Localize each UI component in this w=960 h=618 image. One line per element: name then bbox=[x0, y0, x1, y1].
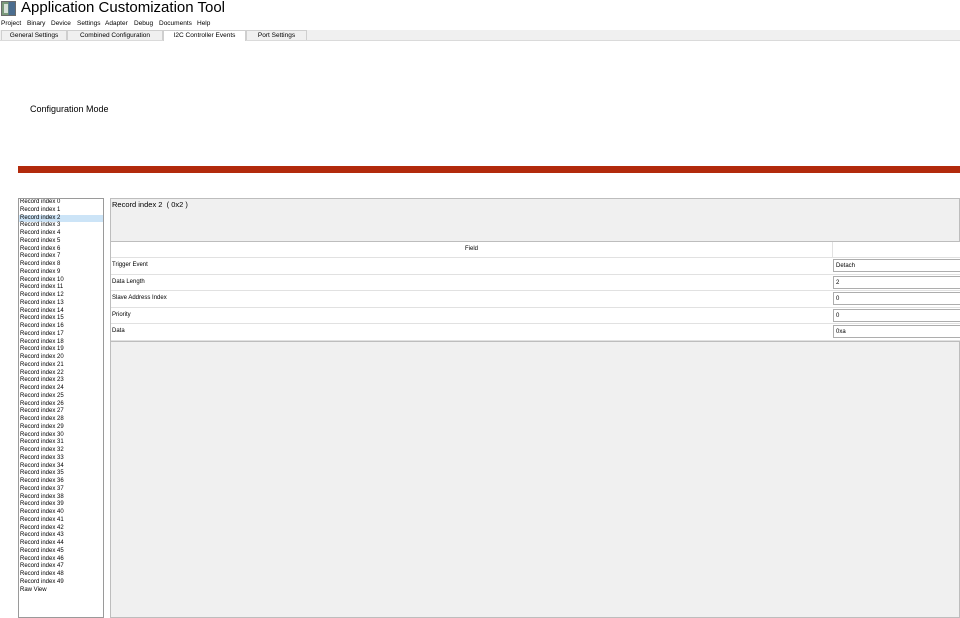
field-name: Data bbox=[112, 328, 125, 334]
record-list-item[interactable]: Record index 48 bbox=[19, 571, 103, 579]
field-name: Slave Address Index bbox=[112, 295, 167, 301]
record-list-item[interactable]: Record index 31 bbox=[19, 439, 103, 447]
field-name: Trigger Event bbox=[112, 262, 148, 268]
field-row-data-length: Data Length 2 bbox=[111, 275, 960, 291]
menu-device[interactable]: Device bbox=[51, 19, 71, 29]
record-list-item[interactable]: Record index 44 bbox=[19, 540, 103, 548]
record-list-item[interactable]: Record index 24 bbox=[19, 385, 103, 393]
data-value[interactable]: 0xa bbox=[833, 325, 960, 338]
record-list-item[interactable]: Record index 22 bbox=[19, 370, 103, 378]
record-list-item[interactable]: Record index 11 bbox=[19, 284, 103, 292]
record-list-item[interactable]: Record index 20 bbox=[19, 354, 103, 362]
fields-table: Field Trigger Event Detach Data Length 2… bbox=[111, 241, 960, 342]
record-list-item[interactable]: Record index 9 bbox=[19, 269, 103, 277]
field-name: Priority bbox=[112, 311, 131, 318]
record-list-item[interactable]: Record index 23 bbox=[19, 377, 103, 385]
record-list-item[interactable]: Record index 4 bbox=[19, 230, 103, 238]
tab-port-settings[interactable]: Port Settings bbox=[246, 30, 307, 40]
record-list-item[interactable]: Record index 34 bbox=[19, 463, 103, 471]
record-list-item[interactable]: Record index 29 bbox=[19, 424, 103, 432]
menu-adapter[interactable]: Adapter bbox=[105, 19, 128, 29]
record-list-item[interactable]: Record index 25 bbox=[19, 393, 103, 401]
tab-general-settings[interactable]: General Settings bbox=[1, 30, 67, 40]
record-list-item[interactable]: Record index 49 bbox=[19, 579, 103, 587]
record-list-item[interactable]: Record index 42 bbox=[19, 525, 103, 533]
record-list-item[interactable]: Record index 5 bbox=[19, 238, 103, 246]
record-list-item[interactable]: Record index 17 bbox=[19, 331, 103, 339]
record-list-item[interactable]: Record index 3 bbox=[19, 222, 103, 230]
slave-address-index-value[interactable]: 0 bbox=[833, 292, 960, 305]
configuration-mode-label: Configuration Mode bbox=[30, 104, 109, 114]
trigger-event-value[interactable]: Detach bbox=[833, 259, 960, 272]
record-list-item[interactable]: Record index 43 bbox=[19, 532, 103, 540]
record-list-item[interactable]: Record index 13 bbox=[19, 300, 103, 308]
record-list-item[interactable]: Record index 10 bbox=[19, 277, 103, 285]
record-list-item[interactable]: Record index 6 bbox=[19, 246, 103, 254]
record-heading: Record index 2 ( 0x2 ) bbox=[112, 200, 188, 209]
record-list-item[interactable]: Record index 18 bbox=[19, 339, 103, 347]
field-column-header: Field bbox=[111, 242, 833, 257]
menu-bar: Project Binary Device Settings Adapter D… bbox=[0, 19, 960, 29]
record-list-item[interactable]: Record index 35 bbox=[19, 470, 103, 478]
menu-binary[interactable]: Binary bbox=[27, 19, 45, 29]
menu-project[interactable]: Project bbox=[1, 19, 21, 29]
field-row-data: Data 0xa bbox=[111, 324, 960, 341]
record-list-item[interactable]: Record index 15 bbox=[19, 315, 103, 323]
record-list-item[interactable]: Raw View bbox=[19, 587, 103, 595]
field-row-slave-address-index: Slave Address Index 0 bbox=[111, 291, 960, 308]
record-list-item[interactable]: Record index 37 bbox=[19, 486, 103, 494]
window-title: Application Customization Tool bbox=[21, 0, 226, 16]
record-list-item[interactable]: Record index 38 bbox=[19, 494, 103, 502]
record-list-item[interactable]: Record index 8 bbox=[19, 261, 103, 269]
title-bar: Application Customization Tool bbox=[0, 0, 960, 18]
record-list-item[interactable]: Record index 1 bbox=[19, 207, 103, 215]
record-list-item[interactable]: Record index 16 bbox=[19, 323, 103, 331]
tab-bar: General Settings Combined Configuration … bbox=[0, 30, 960, 41]
data-length-value[interactable]: 2 bbox=[833, 275, 960, 289]
table-header-row: Field bbox=[111, 242, 960, 258]
record-list-item[interactable]: Record index 2 bbox=[19, 214, 103, 223]
record-list-item[interactable]: Record index 45 bbox=[19, 548, 103, 556]
record-list-item[interactable]: Record index 19 bbox=[19, 346, 103, 354]
record-list-item[interactable]: Record index 40 bbox=[19, 509, 103, 517]
field-name: Data Length bbox=[112, 278, 145, 285]
record-list-item[interactable]: Record index 21 bbox=[19, 362, 103, 370]
record-list-item[interactable]: Record index 33 bbox=[19, 455, 103, 463]
record-list-item[interactable]: Record index 7 bbox=[19, 253, 103, 261]
record-list-item[interactable]: Record index 41 bbox=[19, 517, 103, 525]
record-list[interactable]: Record index 0 Record index 1 Record index… bbox=[18, 198, 104, 618]
record-detail-panel: Record index 2 ( 0x2 ) Field Trigger Eve… bbox=[110, 198, 960, 618]
mode-indicator-bar bbox=[18, 166, 960, 173]
menu-help[interactable]: Help bbox=[197, 19, 210, 29]
field-row-priority: Priority 0 bbox=[111, 308, 960, 324]
record-list-item[interactable]: Record index 28 bbox=[19, 416, 103, 424]
record-list-item[interactable]: Record index 46 bbox=[19, 556, 103, 564]
record-list-item[interactable]: Record index 14 bbox=[19, 308, 103, 316]
record-list-item[interactable]: Record index 26 bbox=[19, 401, 103, 409]
priority-value[interactable]: 0 bbox=[833, 308, 960, 322]
record-list-item[interactable]: Record index 47 bbox=[19, 563, 103, 571]
record-list-item[interactable]: Record index 30 bbox=[19, 432, 103, 440]
field-row-trigger-event: Trigger Event Detach bbox=[111, 258, 960, 275]
record-list-item[interactable]: Record index 12 bbox=[19, 292, 103, 300]
app-icon bbox=[1, 1, 16, 16]
tab-i2c-controller-events[interactable]: I2C Controller Events bbox=[163, 30, 246, 41]
record-list-item[interactable]: Record index 39 bbox=[19, 501, 103, 509]
record-list-item[interactable]: Record index 0 bbox=[19, 199, 103, 207]
record-list-item[interactable]: Record index 36 bbox=[19, 478, 103, 486]
menu-settings[interactable]: Settings bbox=[77, 19, 101, 29]
tab-combined-configuration[interactable]: Combined Configuration bbox=[67, 30, 163, 40]
record-list-item[interactable]: Record index 32 bbox=[19, 447, 103, 455]
menu-documents[interactable]: Documents bbox=[159, 19, 192, 29]
record-list-item[interactable]: Record index 27 bbox=[19, 408, 103, 416]
menu-debug[interactable]: Debug bbox=[134, 19, 153, 29]
